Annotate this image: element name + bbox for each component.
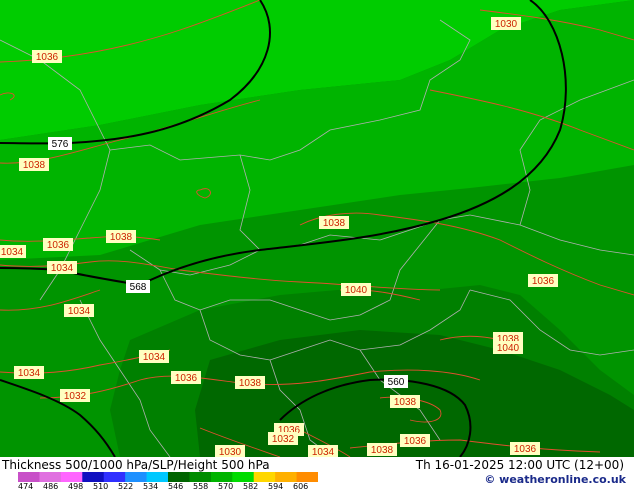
svg-text:1036: 1036 (36, 52, 59, 63)
svg-text:576: 576 (52, 139, 69, 150)
height-label: 576 (48, 137, 72, 150)
svg-text:1038: 1038 (23, 160, 46, 171)
isobar-label: 1034 (308, 445, 338, 457)
colorbar-swatch (232, 472, 255, 482)
svg-text:1038: 1038 (239, 378, 262, 389)
colorbar-swatch (146, 472, 169, 482)
isobar-label: 1038 (390, 395, 420, 408)
svg-text:1034: 1034 (18, 368, 41, 379)
colorbar-swatch (125, 472, 148, 482)
isobar-label: 1034 (14, 366, 44, 379)
thickness-colorbar (18, 472, 318, 482)
svg-text:1036: 1036 (404, 436, 427, 447)
svg-text:1038: 1038 (323, 218, 346, 229)
svg-text:1036: 1036 (175, 373, 198, 384)
isobar-label: 1038 (19, 158, 49, 171)
colorbar-swatch (189, 472, 212, 482)
svg-text:1036: 1036 (47, 240, 70, 251)
svg-text:1034: 1034 (312, 447, 335, 457)
isobar-label: 1034 (64, 304, 94, 317)
svg-text:1032: 1032 (272, 434, 295, 445)
colorbar-swatch (296, 472, 318, 482)
svg-text:1030: 1030 (219, 447, 242, 457)
svg-text:1034: 1034 (1, 247, 24, 258)
height-label: 560 (384, 375, 408, 388)
isobar-label: 1036 (43, 238, 73, 251)
svg-text:1034: 1034 (143, 352, 166, 363)
isobar-label: 1040 (341, 283, 371, 296)
isobar-label: 1032 (268, 432, 298, 445)
colorbar-swatch (168, 472, 190, 482)
isobar-label: 1036 (510, 442, 540, 455)
svg-text:1038: 1038 (110, 232, 133, 243)
valid-time: Th 16-01-2025 12:00 UTC (12+00) (415, 458, 624, 472)
isobar-label: 1034 (139, 350, 169, 363)
svg-text:560: 560 (388, 377, 405, 388)
svg-text:1034: 1034 (51, 263, 74, 274)
isobar-label: 1030 (491, 17, 521, 30)
isobar-label: 1036 (400, 434, 430, 447)
svg-text:1036: 1036 (514, 444, 537, 455)
isobar-label: 1038 (319, 216, 349, 229)
credit-link[interactable]: © weatheronline.co.uk (484, 473, 626, 486)
svg-text:1038: 1038 (371, 445, 394, 456)
isobar-label: 1038 (235, 376, 265, 389)
colorbar-swatch (60, 472, 83, 482)
isobar-label: 1038 (367, 443, 397, 456)
svg-text:1030: 1030 (495, 19, 518, 30)
isobar-label: 1034 (47, 261, 77, 274)
isobar-label: 1036 (171, 371, 201, 384)
colorbar-swatch (39, 472, 62, 482)
isobar-label: 1038 (106, 230, 136, 243)
height-label: 568 (126, 280, 150, 293)
isobar-label: 1030 (215, 445, 245, 457)
svg-text:1040: 1040 (345, 285, 368, 296)
isobar-label: 1036 (528, 274, 558, 287)
isobar-label: 1036 (32, 50, 62, 63)
svg-text:1040: 1040 (497, 343, 520, 354)
colorbar-swatch (103, 472, 126, 482)
svg-text:1036: 1036 (532, 276, 555, 287)
weather-map: 1036 1030 1038 1034 1036 1038 1034 1038 … (0, 0, 634, 457)
svg-text:568: 568 (130, 282, 147, 293)
svg-text:1032: 1032 (64, 391, 87, 402)
map-title: Thickness 500/1000 hPa/SLP/Height 500 hP… (2, 458, 270, 472)
colorbar-swatch (82, 472, 105, 482)
isobar-label: 1034 (0, 245, 26, 258)
colorbar-swatch (210, 472, 233, 482)
map-footer: Thickness 500/1000 hPa/SLP/Height 500 hP… (0, 457, 634, 491)
colorbar-swatch (275, 472, 298, 482)
svg-text:1034: 1034 (68, 306, 91, 317)
isobar-label: 1032 (60, 389, 90, 402)
isobar-label: 1040 (493, 341, 523, 354)
svg-text:1038: 1038 (394, 397, 417, 408)
colorbar-swatch (253, 472, 276, 482)
colorbar-swatch (18, 472, 40, 482)
